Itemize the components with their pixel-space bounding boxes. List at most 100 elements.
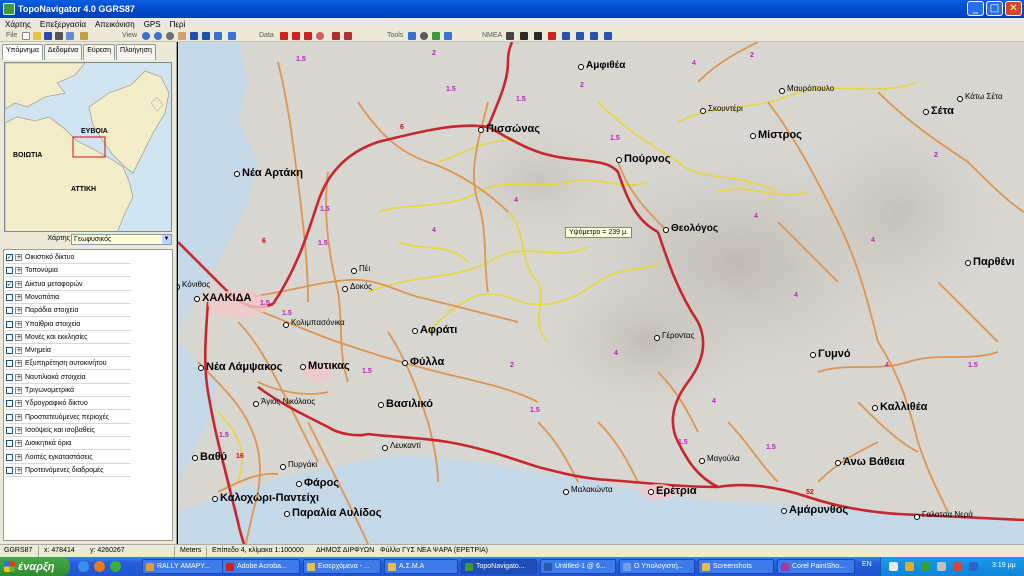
security-icon[interactable] bbox=[905, 562, 914, 571]
town-label[interactable]: Μίστρος bbox=[758, 129, 802, 141]
tab-legend[interactable]: Υπόμνημα bbox=[2, 44, 43, 60]
menu-about[interactable]: Περί bbox=[165, 20, 190, 29]
layer-checkbox[interactable] bbox=[6, 360, 13, 368]
layer-item[interactable]: ✓ + Οικιστικό δίκτυο bbox=[6, 252, 131, 264]
antivirus-icon[interactable] bbox=[953, 562, 962, 571]
profile-icon[interactable] bbox=[432, 32, 440, 40]
layer-checkbox[interactable]: ✓ bbox=[6, 254, 13, 261]
zoom-window-icon[interactable] bbox=[166, 32, 174, 40]
layer-checkbox[interactable] bbox=[6, 293, 13, 301]
taskbar-button[interactable]: RALLY ΑΜΑΡΥ... bbox=[142, 559, 228, 574]
layer-item[interactable]: + Μονές και εκκλησίες bbox=[6, 332, 131, 344]
layer-item[interactable]: + Προστατευόμενες περιοχές bbox=[6, 412, 131, 424]
route-flag-icon[interactable] bbox=[292, 32, 300, 40]
title-bar[interactable]: TopoNavigator 4.0 GGRS87 _ □ ✕ bbox=[0, 0, 1024, 18]
expand-plus-icon[interactable]: + bbox=[15, 267, 22, 275]
pencil-icon[interactable] bbox=[332, 32, 340, 40]
layer-checkbox[interactable] bbox=[6, 373, 13, 381]
start-button[interactable]: έναρξη bbox=[0, 557, 70, 576]
north-up-icon[interactable] bbox=[576, 32, 584, 40]
layer-checkbox[interactable] bbox=[6, 347, 13, 355]
firefox-icon[interactable] bbox=[94, 561, 105, 572]
expand-plus-icon[interactable]: + bbox=[15, 453, 22, 461]
town-label[interactable]: Φύλλα bbox=[410, 356, 444, 368]
browser-icon[interactable] bbox=[78, 561, 89, 572]
layer-item[interactable]: + Ισοϋψείς και ισοβαθείς bbox=[6, 425, 131, 437]
town-label[interactable]: Παραλία Αυλίδος bbox=[292, 507, 382, 519]
overview-minimap[interactable]: ΕΥΒΟΙΑ ΒΟΙΩΤΙΑ ΑΤΤΙΚΗ bbox=[4, 62, 172, 232]
taskbar-button[interactable]: Corel PaintSho... bbox=[777, 559, 855, 574]
gps-track-icon[interactable] bbox=[534, 32, 542, 40]
layer-item[interactable]: + Προτεινόμενες διαδρομές bbox=[6, 465, 131, 477]
expand-plus-icon[interactable]: + bbox=[15, 426, 22, 434]
minimize-button[interactable]: _ bbox=[967, 1, 984, 16]
layer-checkbox[interactable] bbox=[6, 453, 13, 461]
expand-plus-icon[interactable]: + bbox=[15, 280, 22, 288]
town-label[interactable]: Ερέτρια bbox=[656, 485, 697, 497]
town-label[interactable]: Πισσώνας bbox=[486, 123, 540, 135]
expand-plus-icon[interactable]: + bbox=[15, 307, 22, 315]
export-icon[interactable] bbox=[66, 32, 74, 40]
expand-plus-icon[interactable]: + bbox=[15, 320, 22, 328]
waypoint-flag-icon[interactable] bbox=[280, 32, 288, 40]
layer-item[interactable]: + Τριγωνομετρικά bbox=[6, 385, 131, 397]
tab-search[interactable]: Εύρεση bbox=[83, 44, 116, 60]
zoom-out-icon[interactable] bbox=[154, 32, 162, 40]
taskbar-button[interactable]: Α.Σ.Μ.Α bbox=[384, 559, 458, 574]
back-arrow-icon[interactable] bbox=[190, 32, 198, 40]
layer-item[interactable]: ✓ + Δίκτυα μεταφορών bbox=[6, 279, 131, 291]
measure-icon[interactable] bbox=[408, 32, 416, 40]
full-extent-icon[interactable] bbox=[214, 32, 222, 40]
refresh-icon[interactable] bbox=[228, 32, 236, 40]
bluetooth-icon[interactable] bbox=[969, 562, 978, 571]
save-icon[interactable] bbox=[44, 32, 52, 40]
layer-item[interactable]: + Διοικητικά όρια bbox=[6, 438, 131, 451]
town-label[interactable]: Αμφιθέα bbox=[586, 60, 625, 71]
town-label[interactable]: Άνω Βάθεια bbox=[843, 456, 905, 468]
expand-plus-icon[interactable]: + bbox=[15, 293, 22, 301]
tab-navigation[interactable]: Πλοήγηση bbox=[116, 44, 156, 60]
town-label[interactable]: Νέα Αρτάκη bbox=[242, 167, 303, 179]
town-label[interactable]: Βασιλικό bbox=[386, 398, 433, 410]
layer-checkbox[interactable]: ✓ bbox=[6, 280, 13, 288]
media-icon[interactable] bbox=[110, 561, 121, 572]
pan-hand-icon[interactable] bbox=[178, 32, 186, 40]
town-label[interactable]: Πούρνος bbox=[624, 153, 670, 165]
layer-item[interactable]: + Ναυτιλιακά στοιχεία bbox=[6, 372, 131, 384]
center-gps-icon[interactable] bbox=[562, 32, 570, 40]
expand-plus-icon[interactable]: + bbox=[15, 387, 22, 394]
layer-checkbox[interactable] bbox=[6, 307, 13, 315]
new-file-icon[interactable] bbox=[22, 32, 30, 40]
gps-stop-icon[interactable] bbox=[548, 32, 556, 40]
town-label[interactable]: ΧΑΛΚΙΔΑ bbox=[202, 292, 251, 304]
layer-checkbox[interactable] bbox=[6, 387, 13, 394]
elevation-icon[interactable] bbox=[444, 32, 452, 40]
town-label[interactable]: Μαλακώντα bbox=[571, 485, 613, 494]
layer-checkbox[interactable] bbox=[6, 413, 13, 421]
taskbar-button[interactable]: Εισερχόμενα - ... bbox=[303, 559, 381, 574]
town-label[interactable]: Βαθύ bbox=[200, 451, 227, 463]
gps-connect-icon[interactable] bbox=[506, 32, 514, 40]
town-label[interactable]: Γέροντας bbox=[662, 331, 695, 340]
menu-map[interactable]: Χάρτης bbox=[0, 20, 35, 29]
expand-plus-icon[interactable]: + bbox=[15, 400, 22, 408]
town-label[interactable]: Λευκαντί bbox=[390, 441, 421, 450]
expand-plus-icon[interactable]: + bbox=[15, 413, 22, 421]
chevron-down-icon[interactable]: ▼ bbox=[162, 235, 171, 244]
town-label[interactable]: Καλλιθέα bbox=[880, 401, 927, 413]
town-label[interactable]: Πέι bbox=[359, 264, 370, 273]
volume-icon[interactable] bbox=[937, 562, 946, 571]
layer-item[interactable]: + Υδρογραφικό δίκτυο bbox=[6, 398, 131, 411]
expand-plus-icon[interactable]: + bbox=[15, 440, 22, 448]
gps-position-icon[interactable] bbox=[520, 32, 528, 40]
town-label[interactable]: Πυργάκι bbox=[288, 460, 317, 469]
town-label[interactable]: Δοκός bbox=[350, 282, 372, 291]
pointer-icon[interactable] bbox=[344, 32, 352, 40]
forward-arrow-icon[interactable] bbox=[202, 32, 210, 40]
layer-checkbox[interactable] bbox=[6, 320, 13, 328]
expand-plus-icon[interactable]: + bbox=[15, 333, 22, 341]
search-location-icon[interactable] bbox=[316, 32, 324, 40]
town-label[interactable]: Παρθένι bbox=[973, 256, 1015, 268]
town-label[interactable]: Σέτα bbox=[931, 105, 954, 117]
town-label[interactable]: Καλοχώρι-Παντείχι bbox=[220, 492, 319, 504]
